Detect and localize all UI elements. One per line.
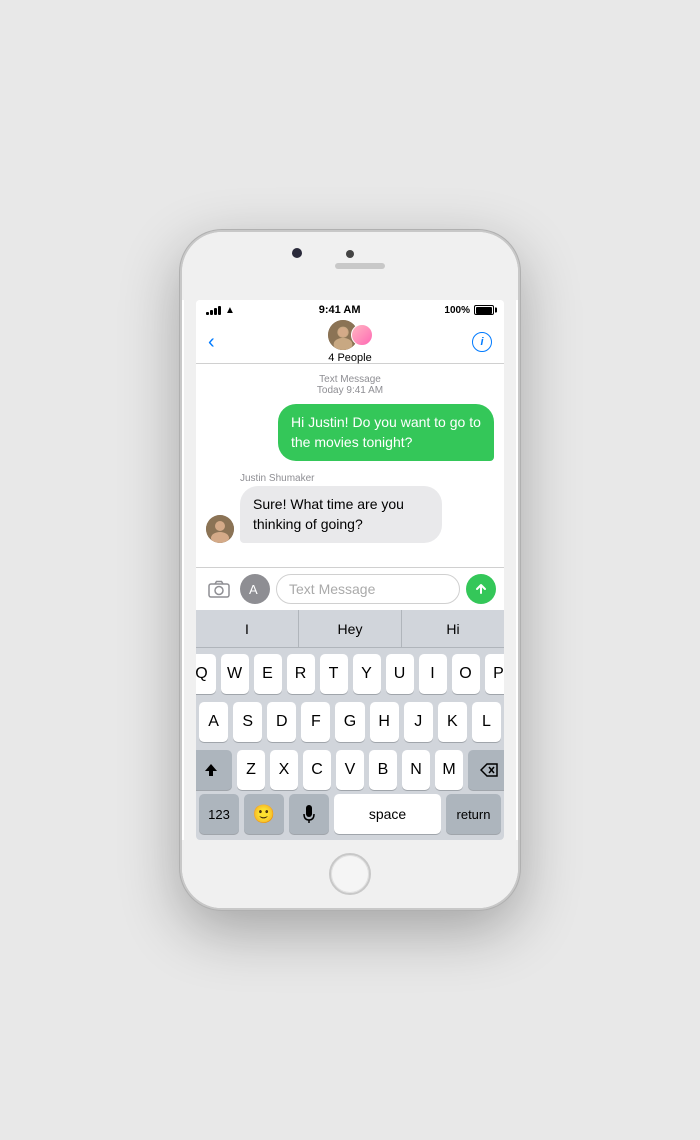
key-Z[interactable]: Z xyxy=(237,750,265,790)
key-M[interactable]: M xyxy=(435,750,463,790)
signal-bar-2 xyxy=(210,310,213,315)
avatar-group xyxy=(327,319,373,351)
status-time: 9:41 AM xyxy=(319,304,361,316)
keyboard-row-1: Q W E R T Y U I O P xyxy=(199,654,501,694)
apps-icon: A xyxy=(247,581,263,597)
wifi-icon: ▲ xyxy=(225,305,235,316)
status-left: ▲ xyxy=(206,305,235,316)
key-C[interactable]: C xyxy=(303,750,331,790)
key-U[interactable]: U xyxy=(386,654,414,694)
battery-fill xyxy=(476,307,492,314)
keyboard-rows: Q W E R T Y U I O P A S xyxy=(196,648,504,794)
key-N[interactable]: N xyxy=(402,750,430,790)
back-button[interactable]: ‹ xyxy=(208,332,215,352)
key-W[interactable]: W xyxy=(221,654,249,694)
message-meta: Text Message Today 9:41 AM xyxy=(206,374,494,396)
key-T[interactable]: T xyxy=(320,654,348,694)
phone-screen: ▲ 9:41 AM 100% ‹ xyxy=(182,232,518,908)
message-input[interactable]: Text Message xyxy=(276,574,460,604)
outgoing-message-row: Hi Justin! Do you want to go to the movi… xyxy=(206,404,494,461)
mic-key[interactable] xyxy=(289,794,329,834)
key-H[interactable]: H xyxy=(370,702,399,742)
key-E[interactable]: E xyxy=(254,654,282,694)
mic-icon xyxy=(303,805,315,823)
nav-title: 4 People xyxy=(328,352,371,364)
signal-bar-3 xyxy=(214,308,217,315)
shift-key[interactable] xyxy=(196,750,232,790)
autocomplete-bar: I Hey Hi xyxy=(196,610,504,648)
input-area: A Text Message xyxy=(196,567,504,610)
delete-icon xyxy=(480,763,498,777)
camera-icon xyxy=(208,580,230,598)
status-bar: ▲ 9:41 AM 100% xyxy=(196,300,504,320)
avatar-pink xyxy=(351,324,373,346)
key-R[interactable]: R xyxy=(287,654,315,694)
messages-area[interactable]: Text Message Today 9:41 AM Hi Justin! Do… xyxy=(196,364,504,567)
key-Q[interactable]: Q xyxy=(196,654,216,694)
key-J[interactable]: J xyxy=(404,702,433,742)
delete-key[interactable] xyxy=(468,750,504,790)
status-right: 100% xyxy=(444,305,494,316)
emoji-icon: 🙂 xyxy=(253,804,275,825)
home-button[interactable] xyxy=(329,853,371,895)
send-button[interactable] xyxy=(466,574,496,604)
keyboard-bottom-row: 123 🙂 space xyxy=(196,794,504,840)
shift-icon xyxy=(202,761,220,779)
key-P[interactable]: P xyxy=(485,654,505,694)
key-L[interactable]: L xyxy=(472,702,501,742)
key-B[interactable]: B xyxy=(369,750,397,790)
incoming-bubble: Sure! What time are you thinking of goin… xyxy=(240,486,442,543)
key-S[interactable]: S xyxy=(233,702,262,742)
avatar-small-icon xyxy=(206,515,234,543)
apps-button[interactable]: A xyxy=(240,574,270,604)
signal-bar-4 xyxy=(218,306,221,315)
autocomplete-i[interactable]: I xyxy=(196,610,299,647)
autocomplete-hi[interactable]: Hi xyxy=(402,610,504,647)
key-F[interactable]: F xyxy=(301,702,330,742)
keyboard-row-3: Z X C V B N M xyxy=(199,750,501,790)
incoming-message-row: Sure! What time are you thinking of goin… xyxy=(206,486,494,543)
battery-percent: 100% xyxy=(444,305,470,316)
return-key[interactable]: return xyxy=(446,794,501,834)
signal-bar-1 xyxy=(206,312,209,315)
nav-center: 4 People xyxy=(327,319,373,364)
key-D[interactable]: D xyxy=(267,702,296,742)
autocomplete-hey[interactable]: Hey xyxy=(299,610,402,647)
info-button[interactable]: i xyxy=(472,332,492,352)
emoji-key[interactable]: 🙂 xyxy=(244,794,284,834)
bottom-bezel xyxy=(182,840,518,908)
key-K[interactable]: K xyxy=(438,702,467,742)
space-key[interactable]: space xyxy=(334,794,441,834)
key-I[interactable]: I xyxy=(419,654,447,694)
message-placeholder: Text Message xyxy=(289,581,375,597)
phone-device: ▲ 9:41 AM 100% ‹ xyxy=(180,230,520,910)
signal-icon xyxy=(206,306,221,315)
key-A[interactable]: A xyxy=(199,702,228,742)
sender-name: Justin Shumaker xyxy=(240,473,494,484)
numbers-key[interactable]: 123 xyxy=(199,794,239,834)
key-G[interactable]: G xyxy=(335,702,364,742)
battery-icon xyxy=(474,305,494,315)
key-O[interactable]: O xyxy=(452,654,480,694)
power-button[interactable] xyxy=(518,372,520,432)
keyboard-row-2: A S D F G H J K L xyxy=(199,702,501,742)
outgoing-bubble: Hi Justin! Do you want to go to the movi… xyxy=(278,404,494,461)
incoming-avatar xyxy=(206,515,234,543)
keyboard: I Hey Hi Q W E R T xyxy=(196,610,504,840)
camera-button[interactable] xyxy=(204,574,234,604)
screen-content: ▲ 9:41 AM 100% ‹ xyxy=(196,300,504,840)
key-X[interactable]: X xyxy=(270,750,298,790)
svg-text:A: A xyxy=(249,582,258,597)
send-icon xyxy=(474,582,488,596)
nav-bar: ‹ xyxy=(196,320,504,364)
key-V[interactable]: V xyxy=(336,750,364,790)
key-Y[interactable]: Y xyxy=(353,654,381,694)
